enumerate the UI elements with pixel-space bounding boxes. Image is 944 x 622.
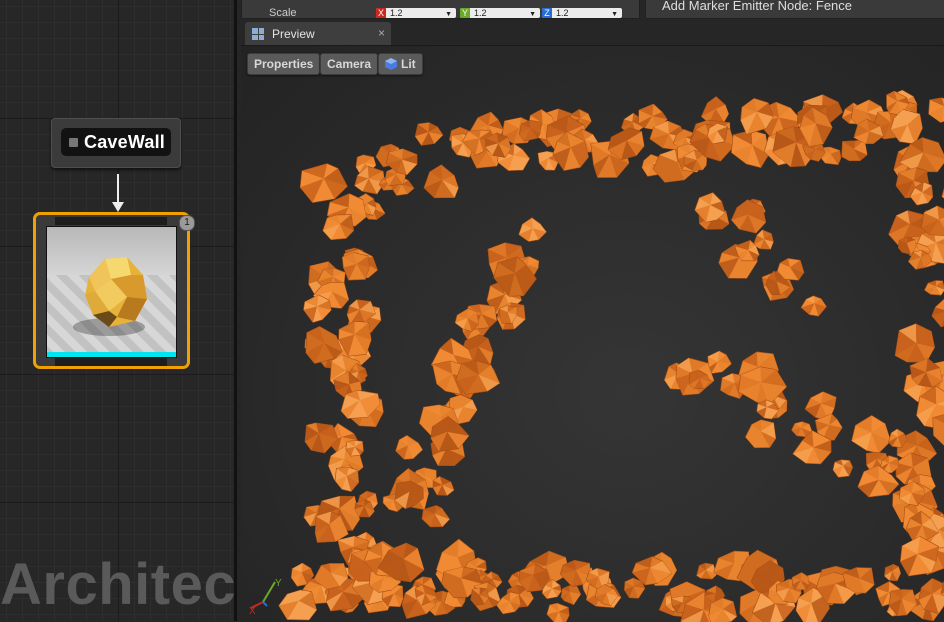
visual-node-status-bar: [47, 352, 176, 357]
scale-x-dropdown-icon[interactable]: ▼: [445, 11, 452, 18]
marker-node-cavewall[interactable]: CaveWall: [51, 118, 181, 168]
lit-sphere-icon: [385, 58, 397, 70]
marker-node-icon: [69, 138, 78, 147]
add-marker-emitter-action[interactable]: Add Marker Emitter Node: Fence: [662, 0, 852, 13]
camera-button[interactable]: Camera: [320, 53, 378, 75]
node-link-line: [117, 174, 119, 204]
marker-node-title: CaveWall: [84, 132, 165, 153]
details-panel: Scale X 1.2 ▼ Y 1.2 ▼ Z 1.2 ▼: [241, 0, 640, 19]
rock-icon: [47, 227, 176, 357]
preview-viewport[interactable]: Properties Camera Lit Y X: [241, 45, 944, 622]
rock-scene: [241, 46, 944, 622]
close-icon[interactable]: ×: [378, 26, 385, 40]
visual-node-count-badge: 1: [179, 215, 195, 231]
scale-y-dropdown-icon[interactable]: ▼: [529, 11, 536, 18]
marker-node-header: CaveWall: [61, 128, 171, 156]
scale-y-value: 1.2: [474, 8, 487, 18]
node-link-arrow-icon: [112, 202, 124, 212]
scale-z-field[interactable]: Z 1.2 ▼: [542, 8, 622, 18]
axis-gizmo: Y X: [249, 576, 289, 616]
properties-button[interactable]: Properties: [247, 53, 320, 75]
visual-node-input-pin[interactable]: [55, 217, 167, 225]
scale-z-dropdown-icon[interactable]: ▼: [611, 11, 618, 18]
theme-graph-canvas[interactable]: CaveWall 1 Architect: [0, 0, 234, 621]
scale-z-value: 1.2: [556, 8, 569, 18]
lit-button[interactable]: Lit: [378, 53, 423, 75]
scale-x-axis: X: [376, 8, 386, 18]
preview-tab-bar: Preview ×: [241, 22, 944, 46]
scale-y-field[interactable]: Y 1.2 ▼: [460, 8, 540, 18]
scale-label: Scale: [269, 7, 297, 19]
actions-panel: Add Marker Emitter Node: Fence: [645, 0, 944, 19]
scale-z-axis: Z: [542, 8, 552, 18]
lit-button-label: Lit: [401, 57, 416, 71]
visual-node-output-pin[interactable]: [55, 358, 167, 366]
panel-divider[interactable]: [234, 0, 237, 621]
tab-preview-label: Preview: [272, 27, 315, 41]
scale-y-axis: Y: [460, 8, 470, 18]
scale-x-value: 1.2: [390, 8, 403, 18]
scale-x-field[interactable]: X 1.2 ▼: [376, 8, 456, 18]
tab-preview[interactable]: Preview ×: [245, 22, 391, 46]
architect-watermark: Architect: [0, 556, 234, 614]
mesh-visual-node[interactable]: [33, 212, 190, 369]
rock-mesh-thumbnail: [46, 226, 177, 358]
axis-x-label: X: [249, 606, 256, 616]
viewport-icon: [252, 28, 264, 40]
axis-y-label: Y: [275, 578, 282, 589]
